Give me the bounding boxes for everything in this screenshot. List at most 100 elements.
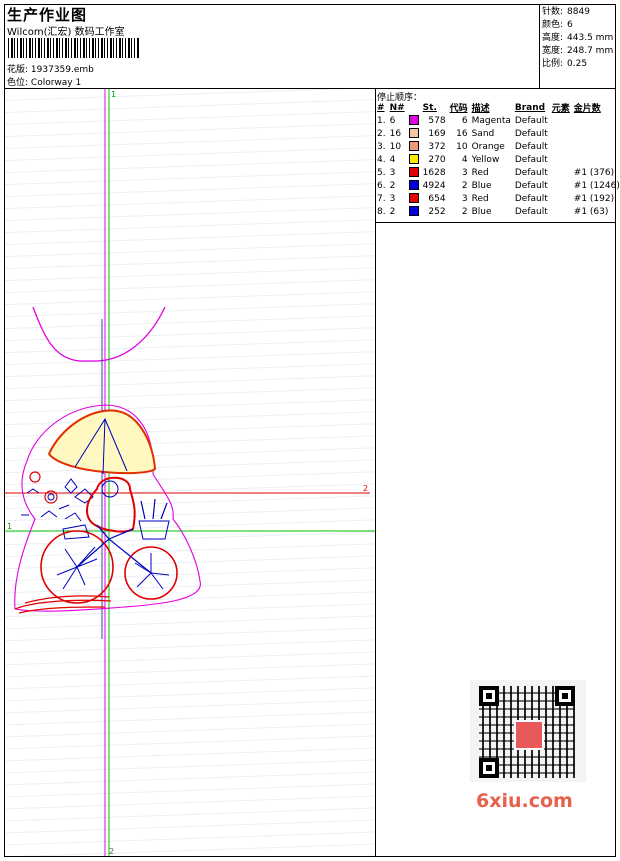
stat-width: 宽度: 248.7 mm — [542, 46, 614, 56]
row-brand: Default — [514, 141, 548, 152]
row-element — [551, 205, 573, 218]
row-swatch — [408, 140, 422, 153]
color-swatch — [408, 154, 419, 165]
color-sequence-row: 3. 10 372 10 Orange Default — [376, 140, 620, 153]
row-element — [551, 192, 573, 205]
design-stats: 针数: 8849 颜色: 6 高度: 443.5 mm 宽度: 248.7 mm 比例:… — [542, 6, 613, 71]
color-sequence-row: 1. 6 578 6 Magenta Default — [376, 114, 620, 127]
row-sequin: #1 (63) — [573, 206, 609, 217]
row-swatch — [408, 192, 422, 205]
row-code: 6 — [461, 115, 468, 126]
col-code: 代码 — [449, 104, 468, 114]
row-index: 5. — [377, 167, 386, 178]
color-sequence-row: 6. 2 4924 2 Blue Default #1 (1246) — [376, 179, 620, 192]
row-sequin: #1 (192) — [573, 193, 615, 204]
row-swatch — [408, 205, 422, 218]
row-brand: Default — [514, 167, 548, 178]
qr-finder-bottom-left — [479, 758, 499, 778]
design-file-label: 花版: — [7, 65, 29, 75]
row-brand: Default — [514, 180, 548, 191]
row-description: Orange — [471, 141, 505, 152]
company-name: Wilcom(汇宏) 数码工作室 — [7, 27, 125, 38]
row-sequin — [573, 127, 620, 140]
color-sequence-header: # N# St. 代码 描述 Brand 元素 金片数 — [376, 101, 620, 115]
color-swatch — [408, 115, 419, 126]
row-index: 6. — [377, 180, 386, 191]
flower-center-1 — [47, 493, 55, 501]
row-stitches: 270 — [428, 154, 446, 165]
row-needle: 16 — [389, 128, 402, 139]
color-sequence-row: 2. 16 169 16 Sand Default — [376, 127, 620, 140]
row-swatch — [408, 166, 422, 179]
header-stats-divider — [539, 4, 540, 88]
color-swatch — [408, 193, 419, 204]
row-index: 3. — [377, 141, 386, 152]
row-code: 16 — [456, 128, 468, 139]
color-table-divider — [375, 222, 616, 223]
row-sequin: #1 (376) — [573, 167, 615, 178]
row-sequin — [573, 114, 620, 127]
front-wheel-spokes — [56, 546, 98, 590]
row-index: 2. — [377, 128, 386, 139]
row-code: 3 — [461, 193, 468, 204]
rear-wheel-spokes — [134, 553, 170, 590]
leaf-doodles — [40, 478, 82, 522]
colorway-line: 色位: Colorway 1 — [7, 75, 81, 88]
basket — [138, 520, 170, 540]
color-sequence-row: 5. 3 1628 3 Red Default #1 (376) — [376, 166, 620, 179]
row-brand: Default — [514, 128, 548, 139]
guide-marker-bottom: 2 — [109, 847, 114, 856]
row-needle: 6 — [389, 115, 396, 126]
col-sequin: 金片数 — [573, 104, 601, 114]
guide-marker-top: 1 — [111, 90, 116, 99]
row-swatch — [408, 153, 422, 166]
row-index: 7. — [377, 193, 386, 204]
color-sequence-row: 8. 2 252 2 Blue Default #1 (63) — [376, 205, 620, 218]
row-code: 10 — [456, 141, 468, 152]
row-sequin — [573, 153, 620, 166]
guide-marker-2: 2 — [363, 484, 368, 493]
row-index: 8. — [377, 206, 386, 217]
stat-stitches: 针数: 8849 — [542, 7, 590, 17]
barcode — [8, 38, 140, 58]
row-stitches: 372 — [428, 141, 446, 152]
row-element — [551, 140, 573, 153]
row-stitches: 4924 — [422, 180, 446, 191]
row-index: 1. — [377, 115, 386, 126]
row-brand: Default — [514, 206, 548, 217]
figure-head — [101, 480, 119, 498]
guide-marker-1: 1 — [7, 522, 12, 531]
row-stitches: 654 — [428, 193, 446, 204]
row-needle: 3 — [389, 193, 396, 204]
row-swatch — [408, 179, 422, 192]
row-code: 2 — [461, 180, 468, 191]
qr-logo — [514, 720, 544, 750]
row-needle: 3 — [389, 167, 396, 178]
color-sequence-row: 7. 3 654 3 Red Default #1 (192) — [376, 192, 620, 205]
color-swatch — [408, 128, 419, 139]
row-swatch — [408, 127, 422, 140]
qr-finder-top-left — [479, 686, 499, 706]
row-description: Red — [471, 193, 489, 204]
stat-height: 高度: 443.5 mm — [542, 33, 614, 43]
row-element — [551, 166, 573, 179]
row-index: 4. — [377, 154, 386, 165]
row-element — [551, 114, 573, 127]
row-element — [551, 179, 573, 192]
design-file: 1937359.emb — [30, 65, 94, 75]
row-sequin — [573, 140, 620, 153]
row-description: Magenta — [471, 115, 511, 126]
col-brand: Brand — [514, 102, 546, 113]
flower-red-1 — [29, 471, 41, 483]
row-description: Blue — [471, 206, 492, 217]
row-stitches: 169 — [428, 128, 446, 139]
row-needle: 2 — [389, 180, 396, 191]
row-element — [551, 153, 573, 166]
row-code: 2 — [461, 206, 468, 217]
row-code: 3 — [461, 167, 468, 178]
colorway-label: 色位: — [7, 78, 29, 88]
row-code: 4 — [461, 154, 468, 165]
basket-plants — [140, 498, 168, 520]
row-stitches: 252 — [428, 206, 446, 217]
row-description: Yellow — [471, 154, 500, 165]
